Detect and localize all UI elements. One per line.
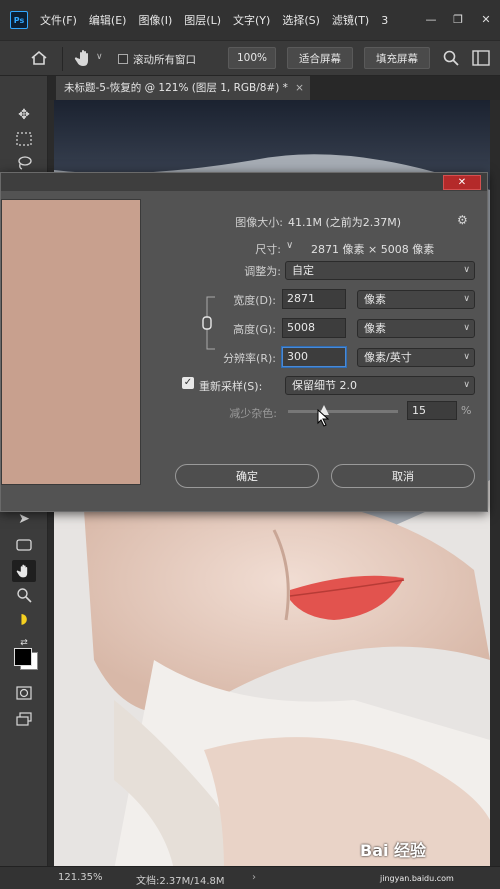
scroll-all-windows-label: 滚动所有窗口: [133, 54, 196, 66]
cancel-button[interactable]: 取消: [331, 464, 475, 488]
fill-screen-button[interactable]: 填充屏幕: [364, 47, 430, 69]
minimize-icon[interactable]: —: [425, 14, 437, 26]
move-tool-icon[interactable]: ✥: [12, 104, 36, 126]
height-unit-select[interactable]: 像素 ∨: [357, 319, 475, 338]
zoom-level[interactable]: 121.35%: [58, 872, 103, 883]
screen-mode-icon[interactable]: [12, 708, 36, 730]
menu-image[interactable]: 图像(I): [138, 12, 172, 28]
menu-bar: Ps 文件(F) 编辑(E) 图像(I) 图层(L) 文字(Y) 选择(S) 滤…: [0, 0, 500, 40]
fit-screen-button[interactable]: 适合屏幕: [287, 47, 353, 69]
watermark-logo: Bai 经验: [360, 841, 427, 860]
menu-edit[interactable]: 编辑(E): [89, 12, 127, 28]
marquee-tool-icon[interactable]: [12, 128, 36, 150]
options-bar: ∨ 滚动所有窗口 100% 适合屏幕 填充屏幕: [0, 40, 500, 76]
dialog-close-button[interactable]: ✕: [443, 175, 481, 190]
scroll-all-windows-checkbox[interactable]: [118, 54, 128, 64]
restore-icon[interactable]: ❐: [452, 14, 464, 26]
resample-select[interactable]: 保留细节 2.0 ∨: [285, 376, 475, 395]
height-label: 高度(G):: [233, 323, 276, 336]
dimensions-value: 2871 像素 × 5008 像素: [311, 243, 435, 256]
height-unit-value: 像素: [364, 322, 386, 335]
chevron-down-icon: ∨: [463, 294, 470, 304]
reduce-noise-unit: %: [461, 404, 472, 417]
menu-file[interactable]: 文件(F): [40, 12, 77, 28]
lasso-tool-icon[interactable]: [12, 152, 36, 174]
reduce-noise-slider-track[interactable]: [288, 410, 398, 413]
image-preview[interactable]: [1, 199, 141, 485]
status-menu-chevron-icon[interactable]: ›: [252, 872, 256, 883]
dimensions-label: 尺寸:: [255, 243, 281, 256]
menu-filter[interactable]: 滤镜(T): [332, 12, 369, 28]
image-size-label: 图像大小:: [235, 216, 283, 229]
width-input[interactable]: 2871: [282, 289, 346, 309]
resolution-unit-value: 像素/英寸: [364, 351, 412, 364]
dialog-titlebar[interactable]: ✕: [1, 173, 487, 191]
ok-button[interactable]: 确定: [175, 464, 319, 488]
resolution-label: 分辨率(R):: [223, 352, 276, 365]
status-bar: 121.35% 文档:2.37M/14.8M › Bai 经验 jingyan.…: [0, 841, 500, 889]
chevron-down-icon: ∨: [463, 380, 470, 390]
resample-value: 保留细节 2.0: [292, 379, 357, 392]
width-unit-value: 像素: [364, 293, 386, 306]
fit-to-value: 自定: [292, 264, 314, 277]
chevron-down-icon: ∨: [463, 352, 470, 362]
hand-tool-icon[interactable]: [74, 48, 94, 71]
home-icon[interactable]: [30, 49, 48, 70]
resample-checkbox[interactable]: ✓: [182, 377, 194, 389]
resample-label: 重新采样(S):: [199, 380, 263, 393]
image-size-value: 41.1M (之前为2.37M): [288, 216, 402, 229]
zoom-tool-icon[interactable]: [12, 584, 36, 606]
chevron-down-icon[interactable]: ∨: [286, 240, 293, 251]
menu-type[interactable]: 文字(Y): [233, 12, 270, 28]
close-window-icon[interactable]: ✕: [480, 14, 492, 26]
image-size-dialog: ✕ 图像大小: 41.1M (之前为2.37M) ⚙ 尺寸: ∨ 2871 像素…: [0, 172, 488, 512]
reduce-noise-label: 减少杂色:: [229, 407, 277, 420]
banana-icon[interactable]: ◗: [12, 608, 36, 630]
resolution-input[interactable]: 300: [282, 347, 346, 367]
menu-select[interactable]: 选择(S): [282, 12, 320, 28]
fit-to-select[interactable]: 自定 ∨: [285, 261, 475, 280]
menu-layer[interactable]: 图层(L): [184, 12, 221, 28]
fit-to-label: 调整为:: [244, 265, 281, 278]
document-info[interactable]: 文档:2.37M/14.8M: [136, 872, 225, 887]
document-tab[interactable]: 未标题-5-恢复的 @ 121% (图层 1, RGB/8#) * ×: [56, 76, 310, 100]
chevron-down-icon: ∨: [463, 323, 470, 333]
tab-close-icon[interactable]: ×: [295, 76, 304, 100]
rectangle-tool-icon[interactable]: [12, 534, 36, 556]
quick-mask-icon[interactable]: [12, 682, 36, 704]
foreground-color-swatch[interactable]: [14, 648, 32, 666]
gear-icon[interactable]: ⚙: [457, 213, 468, 227]
reduce-noise-input[interactable]: 15: [407, 401, 457, 420]
mouse-cursor-icon: [317, 408, 331, 430]
hand-tool-icon[interactable]: [12, 560, 36, 582]
width-unit-select[interactable]: 像素 ∨: [357, 290, 475, 309]
photoshop-logo: Ps: [10, 11, 28, 29]
chevron-down-icon[interactable]: ∨: [96, 52, 103, 62]
document-tab-title: 未标题-5-恢复的 @ 121% (图层 1, RGB/8#) *: [64, 82, 288, 94]
watermark-url: jingyan.baidu.com: [380, 874, 454, 883]
chevron-down-icon: ∨: [463, 265, 470, 275]
document-tab-bar: 未标题-5-恢复的 @ 121% (图层 1, RGB/8#) * ×: [48, 76, 500, 100]
separator: [62, 47, 63, 71]
resolution-unit-select[interactable]: 像素/英寸 ∨: [357, 348, 475, 367]
width-label: 宽度(D):: [233, 294, 276, 307]
search-icon[interactable]: [442, 49, 460, 70]
zoom-100-button[interactable]: 100%: [228, 47, 276, 69]
workspace-icon[interactable]: [472, 50, 490, 69]
menu-3d[interactable]: 3: [381, 14, 388, 27]
height-input[interactable]: 5008: [282, 318, 346, 338]
